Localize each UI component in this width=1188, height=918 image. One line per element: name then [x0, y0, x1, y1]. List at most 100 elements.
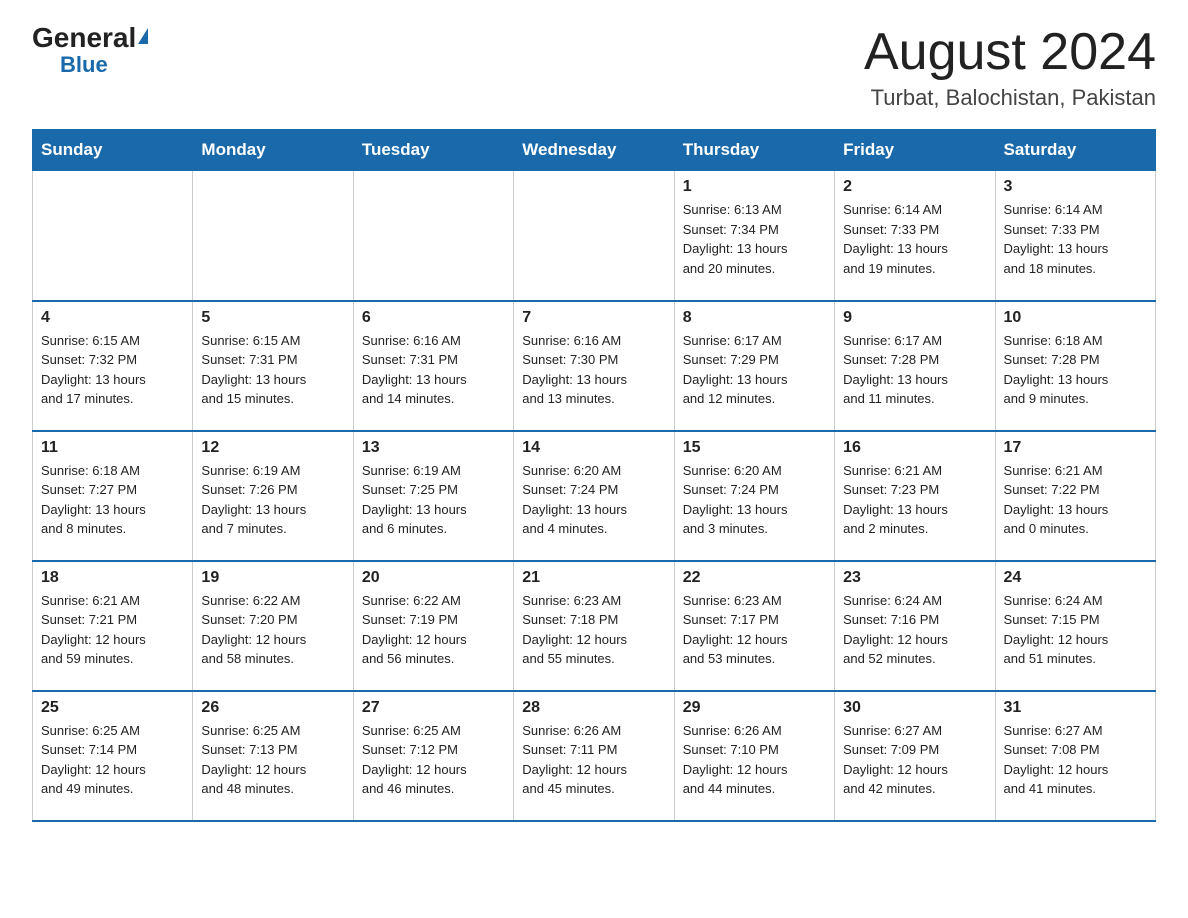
day-number: 9	[843, 309, 986, 327]
calendar-cell	[33, 171, 193, 301]
day-info: Sunrise: 6:16 AM Sunset: 7:31 PM Dayligh…	[362, 331, 505, 409]
day-number: 13	[362, 439, 505, 457]
calendar-week-2: 4 Sunrise: 6:15 AM Sunset: 7:32 PM Daylig…	[33, 301, 1156, 431]
day-number: 16	[843, 439, 986, 457]
calendar-table: SundayMondayTuesdayWednesdayThursdayFrid…	[32, 129, 1156, 822]
day-number: 31	[1004, 699, 1147, 717]
day-number: 2	[843, 178, 986, 196]
day-number: 25	[41, 699, 184, 717]
day-number: 27	[362, 699, 505, 717]
calendar-cell: 18 Sunrise: 6:21 AM Sunset: 7:21 PM Dayli…	[33, 561, 193, 691]
calendar-cell: 20Sunrise: 6:22 AM Sunset: 7:19 PM Dayli…	[353, 561, 513, 691]
header-day-sunday: Sunday	[33, 130, 193, 171]
day-number: 28	[522, 699, 665, 717]
day-number: 11	[41, 439, 184, 457]
calendar-cell: 8Sunrise: 6:17 AM Sunset: 7:29 PM Daylig…	[674, 301, 834, 431]
calendar-cell	[514, 171, 674, 301]
calendar-cell: 17 Sunrise: 6:21 AM Sunset: 7:22 PM Dayli…	[995, 431, 1155, 561]
day-info: Sunrise: 6:25 AM Sunset: 7:13 PM Dayligh…	[201, 721, 344, 799]
calendar-cell: 26 Sunrise: 6:25 AM Sunset: 7:13 PM Dayli…	[193, 691, 353, 821]
calendar-cell: 6 Sunrise: 6:16 AM Sunset: 7:31 PM Daylig…	[353, 301, 513, 431]
header-day-wednesday: Wednesday	[514, 130, 674, 171]
calendar-week-3: 11 Sunrise: 6:18 AM Sunset: 7:27 PM Dayli…	[33, 431, 1156, 561]
day-info: Sunrise: 6:18 AM Sunset: 7:27 PM Dayligh…	[41, 461, 184, 539]
page-header: General Blue August 2024 Turbat, Balochi…	[32, 24, 1156, 111]
calendar-cell: 30 Sunrise: 6:27 AM Sunset: 7:09 PM Dayli…	[835, 691, 995, 821]
day-info: Sunrise: 6:23 AM Sunset: 7:18 PM Dayligh…	[522, 591, 665, 669]
day-info: Sunrise: 6:22 AM Sunset: 7:20 PM Dayligh…	[201, 591, 344, 669]
day-info: Sunrise: 6:24 AM Sunset: 7:15 PM Dayligh…	[1004, 591, 1147, 669]
calendar-cell: 19Sunrise: 6:22 AM Sunset: 7:20 PM Dayli…	[193, 561, 353, 691]
day-info: Sunrise: 6:20 AM Sunset: 7:24 PM Dayligh…	[683, 461, 826, 539]
calendar-cell: 12 Sunrise: 6:19 AM Sunset: 7:26 PM Dayli…	[193, 431, 353, 561]
day-number: 20	[362, 569, 505, 587]
day-number: 23	[843, 569, 986, 587]
calendar-cell	[193, 171, 353, 301]
logo-blue-text: Blue	[60, 54, 108, 76]
day-info: Sunrise: 6:21 AM Sunset: 7:22 PM Dayligh…	[1004, 461, 1147, 539]
day-number: 7	[522, 309, 665, 327]
header-day-thursday: Thursday	[674, 130, 834, 171]
calendar-week-4: 18 Sunrise: 6:21 AM Sunset: 7:21 PM Dayli…	[33, 561, 1156, 691]
calendar-cell: 27Sunrise: 6:25 AM Sunset: 7:12 PM Dayli…	[353, 691, 513, 821]
day-info: Sunrise: 6:25 AM Sunset: 7:14 PM Dayligh…	[41, 721, 184, 799]
calendar-cell: 5Sunrise: 6:15 AM Sunset: 7:31 PM Daylig…	[193, 301, 353, 431]
day-info: Sunrise: 6:14 AM Sunset: 7:33 PM Dayligh…	[843, 200, 986, 278]
calendar-cell: 14 Sunrise: 6:20 AM Sunset: 7:24 PM Dayli…	[514, 431, 674, 561]
location-title: Turbat, Balochistan, Pakistan	[864, 85, 1156, 111]
day-info: Sunrise: 6:27 AM Sunset: 7:08 PM Dayligh…	[1004, 721, 1147, 799]
day-number: 15	[683, 439, 826, 457]
day-info: Sunrise: 6:16 AM Sunset: 7:30 PM Dayligh…	[522, 331, 665, 409]
day-info: Sunrise: 6:14 AM Sunset: 7:33 PM Dayligh…	[1004, 200, 1147, 278]
day-info: Sunrise: 6:13 AM Sunset: 7:34 PM Dayligh…	[683, 200, 826, 278]
day-number: 26	[201, 699, 344, 717]
calendar-cell: 22Sunrise: 6:23 AM Sunset: 7:17 PM Dayli…	[674, 561, 834, 691]
day-number: 22	[683, 569, 826, 587]
day-info: Sunrise: 6:27 AM Sunset: 7:09 PM Dayligh…	[843, 721, 986, 799]
header-day-friday: Friday	[835, 130, 995, 171]
day-info: Sunrise: 6:19 AM Sunset: 7:26 PM Dayligh…	[201, 461, 344, 539]
day-info: Sunrise: 6:24 AM Sunset: 7:16 PM Dayligh…	[843, 591, 986, 669]
calendar-cell: 24 Sunrise: 6:24 AM Sunset: 7:15 PM Dayli…	[995, 561, 1155, 691]
day-info: Sunrise: 6:19 AM Sunset: 7:25 PM Dayligh…	[362, 461, 505, 539]
day-number: 24	[1004, 569, 1147, 587]
calendar-body: 1Sunrise: 6:13 AM Sunset: 7:34 PM Daylig…	[33, 171, 1156, 821]
calendar-cell: 7 Sunrise: 6:16 AM Sunset: 7:30 PM Daylig…	[514, 301, 674, 431]
day-info: Sunrise: 6:17 AM Sunset: 7:28 PM Dayligh…	[843, 331, 986, 409]
day-info: Sunrise: 6:26 AM Sunset: 7:11 PM Dayligh…	[522, 721, 665, 799]
calendar-cell: 23 Sunrise: 6:24 AM Sunset: 7:16 PM Dayli…	[835, 561, 995, 691]
day-info: Sunrise: 6:15 AM Sunset: 7:31 PM Dayligh…	[201, 331, 344, 409]
day-number: 12	[201, 439, 344, 457]
calendar-cell: 25 Sunrise: 6:25 AM Sunset: 7:14 PM Dayli…	[33, 691, 193, 821]
header-day-saturday: Saturday	[995, 130, 1155, 171]
calendar-cell: 15 Sunrise: 6:20 AM Sunset: 7:24 PM Dayli…	[674, 431, 834, 561]
day-number: 10	[1004, 309, 1147, 327]
calendar-cell: 28 Sunrise: 6:26 AM Sunset: 7:11 PM Dayli…	[514, 691, 674, 821]
month-title: August 2024	[864, 24, 1156, 81]
day-info: Sunrise: 6:15 AM Sunset: 7:32 PM Dayligh…	[41, 331, 184, 409]
logo: General Blue	[32, 24, 148, 76]
day-number: 4	[41, 309, 184, 327]
day-info: Sunrise: 6:20 AM Sunset: 7:24 PM Dayligh…	[522, 461, 665, 539]
day-number: 30	[843, 699, 986, 717]
calendar-header: SundayMondayTuesdayWednesdayThursdayFrid…	[33, 130, 1156, 171]
day-number: 18	[41, 569, 184, 587]
day-number: 14	[522, 439, 665, 457]
day-info: Sunrise: 6:21 AM Sunset: 7:23 PM Dayligh…	[843, 461, 986, 539]
calendar-cell: 2 Sunrise: 6:14 AM Sunset: 7:33 PM Daylig…	[835, 171, 995, 301]
day-number: 8	[683, 309, 826, 327]
day-info: Sunrise: 6:21 AM Sunset: 7:21 PM Dayligh…	[41, 591, 184, 669]
calendar-cell: 21 Sunrise: 6:23 AM Sunset: 7:18 PM Dayli…	[514, 561, 674, 691]
logo-triangle-icon	[138, 28, 148, 44]
header-row: SundayMondayTuesdayWednesdayThursdayFrid…	[33, 130, 1156, 171]
calendar-cell: 16 Sunrise: 6:21 AM Sunset: 7:23 PM Dayli…	[835, 431, 995, 561]
calendar-cell: 31 Sunrise: 6:27 AM Sunset: 7:08 PM Dayli…	[995, 691, 1155, 821]
day-number: 21	[522, 569, 665, 587]
day-number: 17	[1004, 439, 1147, 457]
calendar-cell: 9 Sunrise: 6:17 AM Sunset: 7:28 PM Daylig…	[835, 301, 995, 431]
day-number: 6	[362, 309, 505, 327]
logo-general-text: General	[32, 24, 136, 52]
calendar-cell: 3Sunrise: 6:14 AM Sunset: 7:33 PM Daylig…	[995, 171, 1155, 301]
calendar-cell	[353, 171, 513, 301]
calendar-cell: 10Sunrise: 6:18 AM Sunset: 7:28 PM Dayli…	[995, 301, 1155, 431]
